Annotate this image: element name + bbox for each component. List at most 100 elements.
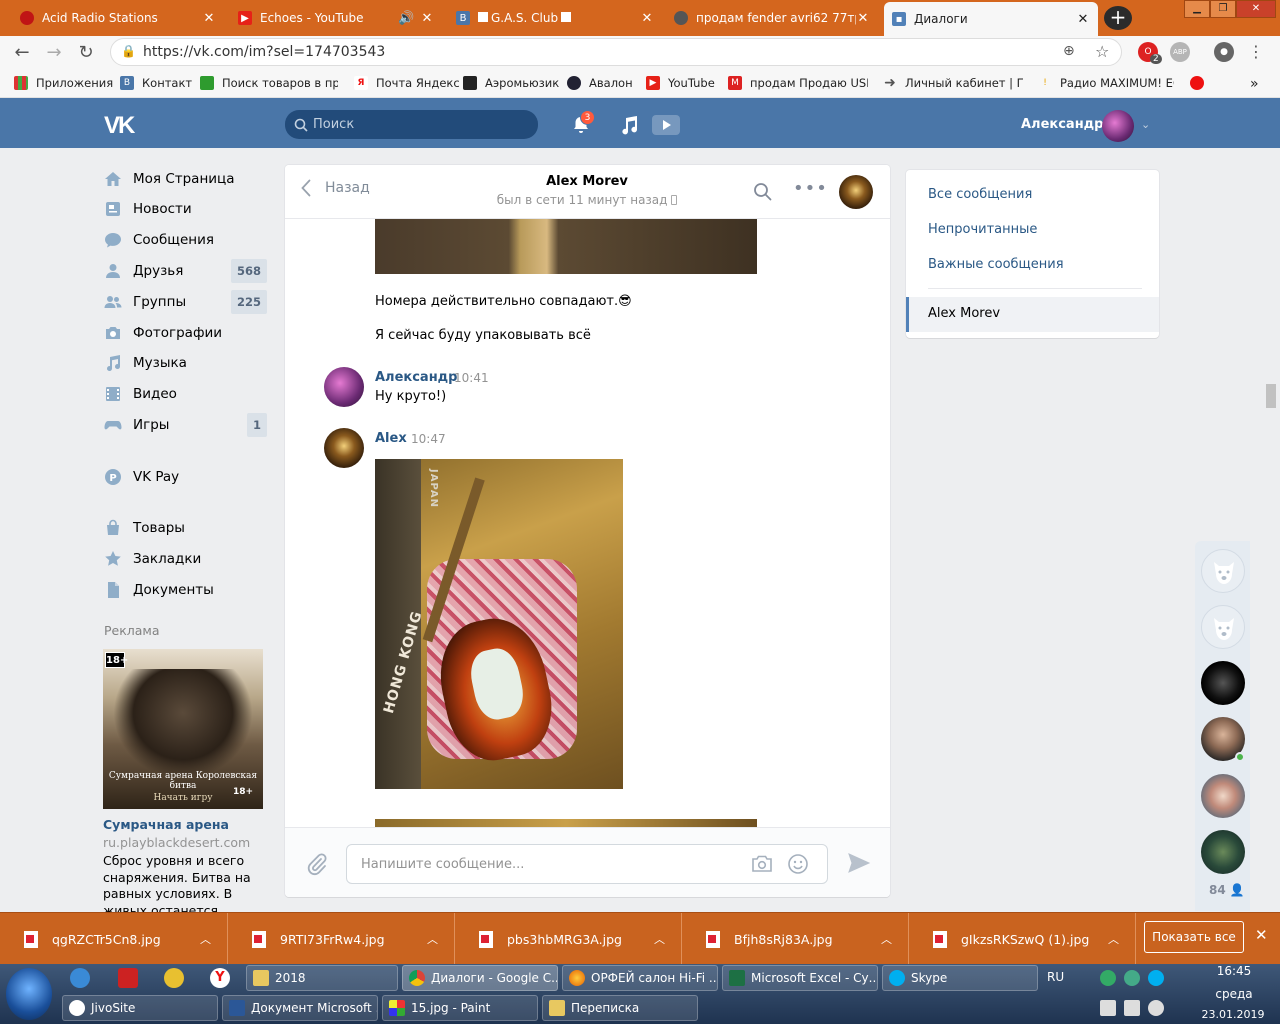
bookmark-apps[interactable]: Приложения [14, 76, 113, 90]
bookmark-youtube[interactable]: ▶ YouTube [646, 76, 715, 90]
sidebar-item-friends[interactable]: Друзья 568 [104, 259, 267, 283]
chevron-up-icon[interactable]: ︿ [427, 931, 438, 947]
message-author[interactable]: Alex [375, 431, 407, 446]
message-time[interactable]: 10:41 [454, 371, 489, 385]
info-icon[interactable] [1148, 1000, 1164, 1016]
bookmarks-overflow-button[interactable]: » [1250, 76, 1259, 92]
bookmark-yandex-mail[interactable]: Я Почта Яндекс [354, 76, 460, 90]
clock-time[interactable]: 16:45 [1196, 964, 1272, 978]
taskbar-item-firefox[interactable]: ОРФЕЙ салон Hi-Fi ... [562, 965, 718, 991]
contact-avatar[interactable] [324, 428, 364, 468]
quicklaunch-icon[interactable] [118, 968, 138, 988]
guitar-photo[interactable]: JAPAN HONG KONG [375, 459, 623, 789]
user-avatar[interactable] [324, 367, 364, 407]
bookmark-radio-maximum[interactable]: ! Радио MAXIMUM! ЕСЛ [1038, 76, 1174, 90]
volume-icon[interactable] [1124, 1000, 1140, 1016]
taskbar-item-excel[interactable]: Microsoft Excel - Су... [722, 965, 878, 991]
chevron-down-icon[interactable]: ⌄ [1141, 118, 1150, 131]
address-bar[interactable]: 🔒 https://vk.com/im?sel=174703543 ⊕ ☆ [110, 38, 1122, 66]
chevron-up-icon[interactable]: ︿ [654, 931, 665, 947]
tray-icon[interactable] [1124, 970, 1140, 986]
video-play-icon[interactable] [652, 113, 680, 137]
close-icon[interactable]: ✕ [202, 11, 216, 26]
contact-avatar[interactable] [839, 175, 873, 209]
bookmark-kontakt[interactable]: B Контакт [120, 76, 192, 90]
taskbar-item-chrome[interactable]: Диалоги - Google C... [402, 965, 558, 991]
sidebar-item-messages[interactable]: Сообщения [104, 228, 267, 252]
bookmark-usb[interactable]: Mпродам Продаю USB- [728, 76, 868, 90]
filter-all-messages[interactable]: Все сообщения [928, 187, 1032, 202]
sidebar-item-vkpay[interactable]: P VK Pay [104, 465, 267, 489]
taskbar-item-folder-2018[interactable]: 2018 [246, 965, 398, 991]
music-note-icon[interactable] [619, 114, 639, 136]
taskbar-item-correspondence[interactable]: Переписка [542, 995, 698, 1021]
taskbar-item-paint[interactable]: 15.jpg - Paint [382, 995, 538, 1021]
profile-icon[interactable]: ● [1214, 42, 1234, 62]
close-window-button[interactable]: ✕ [1236, 0, 1276, 18]
close-icon[interactable]: ✕ [420, 11, 434, 26]
chevron-up-icon[interactable]: ︿ [200, 931, 211, 947]
vk-logo[interactable]: VK [104, 112, 135, 140]
download-item[interactable]: Bfjh8sRj83A.jpg ︿ [682, 913, 909, 965]
message-input-box[interactable] [346, 844, 828, 884]
sidebar-item-groups[interactable]: Группы 225 [104, 290, 267, 314]
sidebar-item-my-page[interactable]: Моя Страница [104, 167, 267, 191]
page-scrollbar-thumb[interactable] [1266, 384, 1276, 408]
start-button[interactable] [6, 968, 52, 1020]
back-icon[interactable]: ← [10, 42, 34, 64]
sidebar-item-photos[interactable]: Фотографии [104, 321, 267, 345]
adblock-ext-icon[interactable]: ABP [1170, 42, 1190, 62]
friend-avatar[interactable] [1201, 830, 1245, 874]
minimize-button[interactable]: ▁ [1184, 0, 1210, 18]
active-dialog-item[interactable]: Alex Morev [906, 297, 1159, 332]
friend-avatar[interactable] [1201, 549, 1245, 593]
ad-title[interactable]: Сумрачная арена [103, 817, 229, 832]
chevron-up-icon[interactable]: ︿ [1108, 931, 1119, 947]
quicklaunch-icon[interactable] [164, 968, 184, 988]
menu-dots-icon[interactable]: ⋮ [1248, 42, 1264, 61]
camera-icon[interactable] [751, 855, 773, 873]
tab-echoes-youtube[interactable]: ▶ Echoes - YouTube 🔊 ✕ [230, 4, 442, 32]
sidebar-item-video[interactable]: Видео [104, 382, 267, 406]
new-tab-button[interactable]: + [1104, 6, 1132, 30]
friend-avatar[interactable] [1201, 774, 1245, 818]
tab-fender[interactable]: продам fender avri62 77тр про ✕ [666, 4, 878, 32]
more-options-icon[interactable]: ••• [793, 178, 828, 199]
close-icon[interactable]: ✕ [856, 11, 870, 26]
header-username[interactable]: Александр [1021, 117, 1104, 132]
friend-avatar[interactable] [1201, 661, 1245, 705]
back-button[interactable]: Назад [301, 179, 370, 197]
taskbar-item-jivosite[interactable]: JivoSite [62, 995, 218, 1021]
sidebar-item-games[interactable]: Игры 1 [104, 413, 267, 437]
taskbar-item-word[interactable]: Документ Microsoft ... [222, 995, 378, 1021]
sidebar-item-news[interactable]: Новости [104, 197, 267, 221]
send-icon[interactable] [847, 852, 871, 874]
clock-day[interactable]: среда [1196, 987, 1272, 1001]
download-item[interactable]: gIkzsRKSzwQ (1).jpg ︿ [909, 913, 1136, 965]
tab-dialogs[interactable]: ▪ Диалоги ✕ [884, 2, 1098, 36]
bookmark-aeromusic[interactable]: Аэромьюзик [463, 76, 559, 90]
message-author[interactable]: Александр [375, 370, 458, 385]
paperclip-icon[interactable] [307, 852, 327, 876]
bookmark-price-search[interactable]: Поиск товаров в прай [200, 76, 338, 90]
download-item[interactable]: 9RTI73FrRw4.jpg ︿ [228, 913, 455, 965]
yandex-browser-icon[interactable]: Y [210, 968, 230, 988]
forward-icon[interactable]: → [42, 42, 66, 64]
quicklaunch-icon[interactable] [70, 968, 90, 988]
tab-acid-radio[interactable]: Acid Radio Stations ✕ [12, 4, 224, 32]
maximize-button[interactable]: ❐ [1210, 0, 1236, 18]
clock-date[interactable]: 23.01.2019 [1190, 1008, 1276, 1021]
download-item[interactable]: qgRZCTr5Cn8.jpg ︿ [0, 913, 228, 965]
network-icon[interactable] [1100, 1000, 1116, 1016]
header-avatar[interactable] [1102, 110, 1134, 142]
bookmark-cabinet[interactable]: ➜ Личный кабинет | Пла [883, 76, 1023, 90]
ad-banner[interactable]: 18+ Сумрачная арена Королевская битва На… [103, 649, 263, 809]
filter-important[interactable]: Важные сообщения [928, 257, 1064, 272]
language-indicator[interactable]: RU [1047, 970, 1064, 984]
taskbar-item-skype[interactable]: Skype [882, 965, 1038, 991]
chevron-up-icon[interactable]: ︿ [881, 931, 892, 947]
star-icon[interactable]: ☆ [1095, 42, 1109, 61]
skype-tray-icon[interactable] [1148, 970, 1164, 986]
reload-icon[interactable]: ↻ [74, 42, 98, 64]
bookmark-extra[interactable] [1190, 76, 1212, 90]
